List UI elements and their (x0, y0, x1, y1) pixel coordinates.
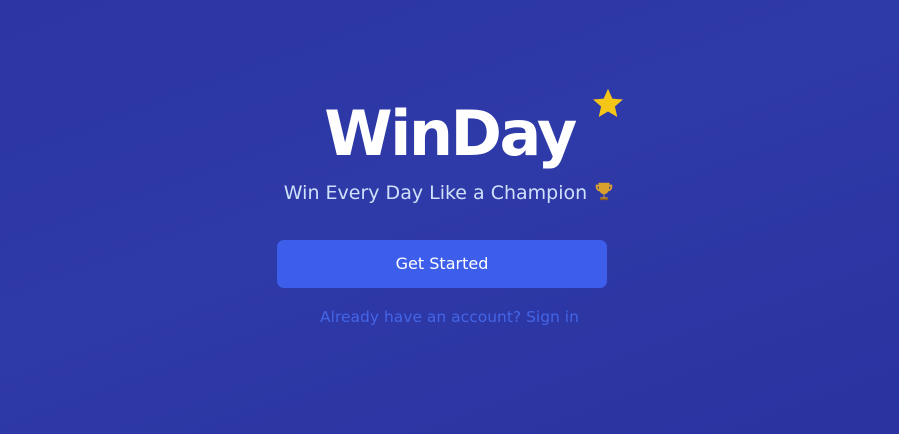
app-logo-title: WinDay (324, 97, 577, 170)
tagline-text: Win Every Day Like a Champion (283, 182, 588, 204)
sign-in-link[interactable]: Already have an account? Sign in (0, 306, 899, 328)
trophy-icon (595, 182, 613, 201)
get-started-button[interactable]: Get Started (277, 240, 607, 288)
star-icon (593, 88, 623, 118)
tagline: Win Every Day Like a Champion (0, 180, 899, 206)
